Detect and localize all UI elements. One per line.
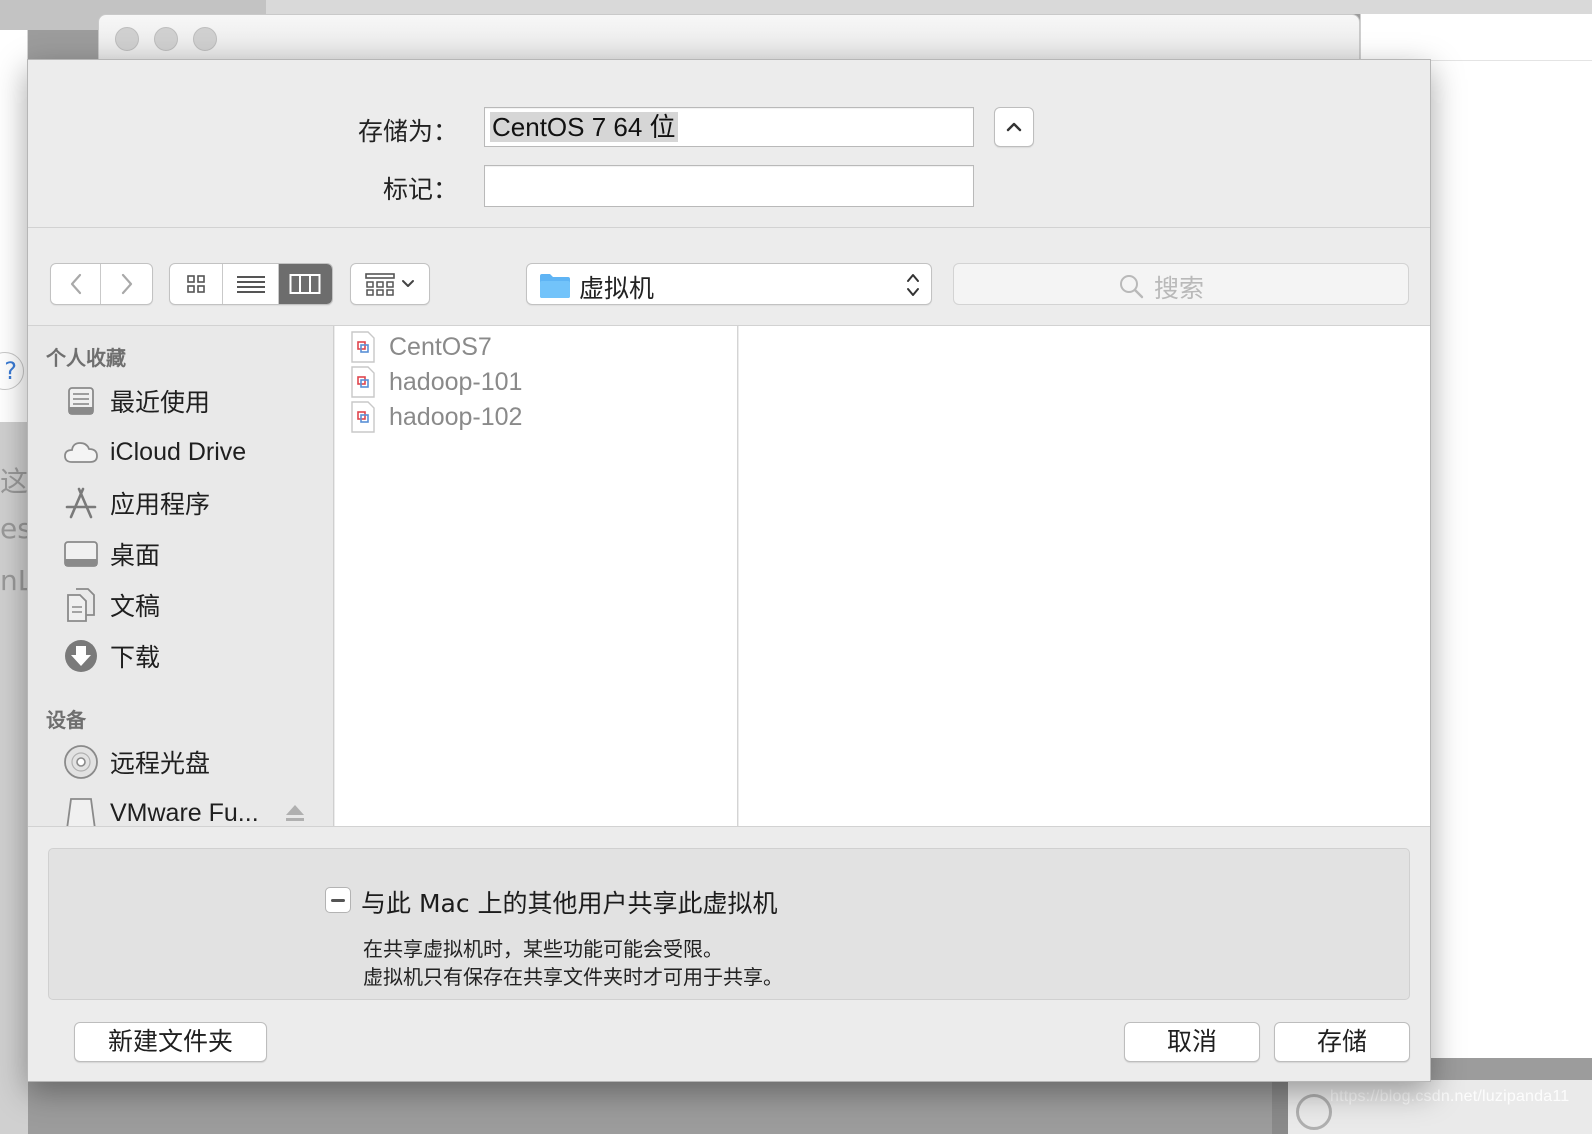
sidebar-item-remote-disc[interactable]: 远程光盘 <box>62 742 210 782</box>
cancel-button[interactable]: 取消 <box>1124 1022 1260 1062</box>
search-input[interactable]: 搜索 <box>953 263 1409 305</box>
group-icon <box>365 273 395 296</box>
sidebar-item-label: 远程光盘 <box>110 749 211 778</box>
sidebar-item-label: VMware Fu... <box>110 798 259 827</box>
expand-dialog-button[interactable] <box>994 107 1034 147</box>
share-vm-checkbox[interactable] <box>325 887 351 913</box>
location-popup[interactable]: 虚拟机 <box>526 263 932 305</box>
checkbox-mixed-mark <box>331 898 345 902</box>
divider <box>28 227 1430 228</box>
save-dialog: 存储为： CentOS 7 64 位 标记： 虚拟机 搜索 个人收藏 最近使用 … <box>27 59 1431 1082</box>
download-icon <box>62 637 100 675</box>
parent-window-titlebar <box>98 14 1360 60</box>
sidebar-item-documents[interactable]: 文稿 <box>62 585 160 625</box>
cloud-icon <box>62 433 100 471</box>
drive-icon <box>62 794 100 826</box>
background-text-fragment: es <box>0 512 28 545</box>
chevron-left-icon <box>70 273 81 295</box>
share-vm-help-line: 虚拟机只有保存在共享文件夹时才可用于共享。 <box>363 965 783 989</box>
file-browser-column-empty <box>739 326 1430 826</box>
save-as-label: 存储为： <box>357 117 458 146</box>
background-text-fragment: nL <box>0 564 28 597</box>
background-text-fragment: 这里 <box>0 465 28 498</box>
file-name: CentOS7 <box>389 332 492 361</box>
save-button[interactable]: 存储 <box>1274 1022 1410 1062</box>
column-view-button[interactable] <box>278 264 332 304</box>
sidebar-item-label: 应用程序 <box>110 490 211 519</box>
crosshair-icon <box>1296 1094 1332 1130</box>
tags-label: 标记： <box>382 175 458 204</box>
divider <box>1430 60 1592 61</box>
disc-icon <box>62 743 100 781</box>
chevron-right-icon <box>121 273 132 295</box>
sidebar-item-label: iCloud Drive <box>110 437 247 466</box>
columns-icon <box>289 274 321 294</box>
documents-icon <box>62 586 100 624</box>
icon-view-button[interactable] <box>170 264 224 304</box>
back-button[interactable] <box>51 264 102 304</box>
group-by-button[interactable] <box>350 263 430 305</box>
new-folder-button[interactable]: 新建文件夹 <box>74 1022 267 1062</box>
up-down-arrows-icon <box>907 274 919 296</box>
options-panel: 与此 Mac 上的其他用户共享此虚拟机 在共享虚拟机时，某些功能可能会受限。 虚… <box>48 848 1410 1000</box>
applications-icon <box>62 484 100 522</box>
folder-icon <box>540 274 570 298</box>
list-icon <box>236 276 265 293</box>
tags-field[interactable] <box>484 165 974 207</box>
file-item-hadoop-102[interactable]: hadoop-102 <box>349 400 522 434</box>
eject-icon[interactable] <box>284 802 306 824</box>
forward-button[interactable] <box>101 264 152 304</box>
sidebar-item-label: 下载 <box>110 643 161 672</box>
sidebar-item-recents[interactable]: 最近使用 <box>62 381 210 421</box>
share-vm-label: 与此 Mac 上的其他用户共享此虚拟机 <box>361 889 778 918</box>
divider <box>28 826 1430 827</box>
sidebar-item-downloads[interactable]: 下载 <box>62 636 160 676</box>
sidebar-item-icloud-drive[interactable]: iCloud Drive <box>62 432 246 472</box>
watermark: https://blog.csdn.net/luzipanda11 <box>1330 1088 1570 1105</box>
search-placeholder: 搜索 <box>1154 274 1205 303</box>
grid-icon <box>187 275 205 293</box>
sidebar-item-label: 最近使用 <box>110 388 211 417</box>
sidebar-item-label: 文稿 <box>110 592 161 621</box>
view-mode-control <box>169 263 333 305</box>
list-view-button[interactable] <box>223 264 279 304</box>
background-window-top <box>266 0 1592 14</box>
navigation-buttons <box>50 263 153 305</box>
file-item-hadoop-101[interactable]: hadoop-101 <box>349 365 522 399</box>
share-vm-help-line: 在共享虚拟机时，某些功能可能会受限。 <box>363 937 723 961</box>
minimize-window-button[interactable] <box>154 27 178 51</box>
sidebar: 个人收藏 最近使用 iCloud Drive 应用程序 桌面 文稿 下载 设备 … <box>28 326 334 826</box>
recents-icon <box>62 382 100 420</box>
chevron-up-icon <box>1006 122 1022 132</box>
sidebar-item-vmware-fusion[interactable]: VMware Fu... <box>62 793 259 826</box>
save-as-field[interactable]: CentOS 7 64 位 <box>484 107 974 147</box>
search-icon <box>1120 275 1144 299</box>
zoom-window-button[interactable] <box>193 27 217 51</box>
vm-file-icon <box>351 331 375 363</box>
sidebar-item-applications[interactable]: 应用程序 <box>62 483 210 523</box>
save-as-value: CentOS 7 64 位 <box>490 112 678 142</box>
file-browser-column: CentOS7 hadoop-101 hadoop-102 <box>335 326 738 826</box>
group-by-content <box>351 264 429 304</box>
sidebar-item-desktop[interactable]: 桌面 <box>62 534 160 574</box>
file-name: hadoop-101 <box>389 367 523 396</box>
vm-file-icon <box>351 366 375 398</box>
location-label: 虚拟机 <box>579 274 655 303</box>
close-window-button[interactable] <box>115 27 139 51</box>
sidebar-section-favorites: 个人收藏 <box>46 346 126 370</box>
file-name: hadoop-102 <box>389 402 523 431</box>
file-item-centos7[interactable]: CentOS7 <box>349 330 492 364</box>
desktop-icon <box>62 535 100 573</box>
chevron-down-icon <box>402 280 414 287</box>
vm-file-icon <box>351 401 375 433</box>
sidebar-section-devices: 设备 <box>46 708 86 732</box>
sidebar-item-label: 桌面 <box>110 541 161 570</box>
